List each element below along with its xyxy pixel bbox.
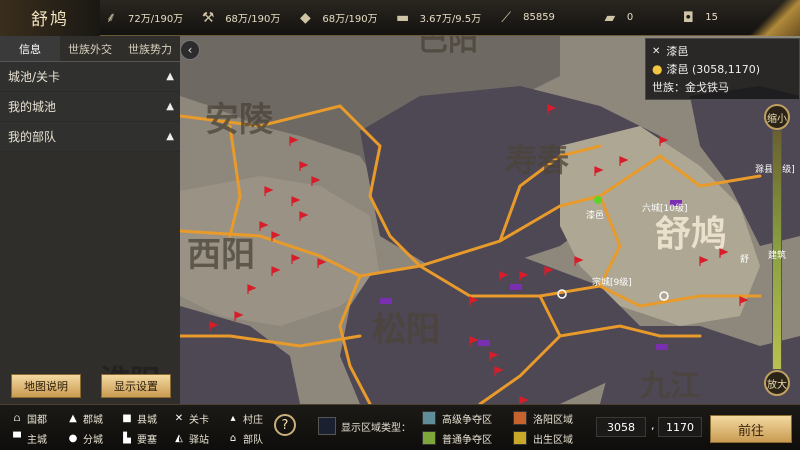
zone-luoyang[interactable]: 洛阳区域 — [513, 410, 573, 426]
region-label: 巴阳 — [418, 36, 478, 58]
legend-village: ▴ 村庄 — [226, 410, 263, 426]
troop-marker — [478, 340, 490, 346]
capital-icon: ⩍ — [13, 412, 21, 424]
row-my-cities[interactable]: 我的城池 ▲ — [0, 92, 180, 122]
crossed-swords-icon: ✕ — [652, 45, 661, 57]
legend-branch-city: ● 分城 — [66, 430, 103, 446]
region-label: 松阳 — [372, 310, 440, 350]
left-info-panel: 信息 世族外交 世族势力 城池/关卡 ▲ 我的城池 ▲ 我的部队 ▲ 地图说明 显示设… — [0, 36, 180, 404]
top-resource-bar: 舒鸠 ⸙ 72万/190万 ⚒ 68万/190万 ◆ 68万/190万 ▬ 3.67万/… — [0, 0, 800, 36]
resource-jade[interactable]: ◘ 15 — [677, 9, 718, 27]
troop-icon: ⌂ — [229, 432, 237, 444]
tab-clan-power[interactable]: 世族势力 — [120, 36, 180, 62]
triangle-up-icon: ▲ — [166, 131, 174, 142]
legend-capital: ⩍ 国都 — [10, 410, 47, 426]
legend-station: ◭ 驿站 — [172, 430, 209, 446]
prefecture-icon: ▲ — [69, 412, 77, 424]
selected-tile-info: ✕ 漆邑 ● 漆邑 (3058,1170) 世族：金戈铁马 — [645, 38, 800, 100]
resource-stone[interactable]: ◆ 68万/190万 — [294, 9, 378, 27]
zone-normal[interactable]: 普通争夺区 — [422, 430, 492, 446]
city-label: 六城[10级] — [642, 202, 687, 214]
resource-copper[interactable]: ⟋ 85859 — [495, 9, 555, 27]
fort-icon: ▙ — [123, 432, 131, 444]
display-settings-button[interactable]: 显示设置 — [101, 374, 171, 398]
village-icon: ▴ — [230, 412, 236, 424]
zone-spawn[interactable]: 出生区域 — [513, 430, 573, 446]
troop-marker — [380, 298, 392, 304]
city-label: 舒 — [740, 253, 749, 265]
zoom-in-button[interactable]: 放大 — [764, 370, 790, 396]
legend-county: ■ 县城 — [120, 410, 157, 426]
resource-wood[interactable]: ⸙ 72万/190万 — [100, 9, 183, 27]
panel-tabs: 信息 世族外交 世族势力 — [0, 36, 180, 62]
legend-prefecture: ▲ 郡城 — [66, 410, 103, 426]
collapse-panel-button[interactable]: ‹ — [180, 40, 200, 60]
region-label: 寿春 — [505, 141, 569, 179]
bottom-legend-bar: ⩍ 国都 ▲ 郡城 ■ 县城 ✕ 关卡 ▴ 村庄 ▀ 主城 ● 分城 ▙ 要塞 ◭ 驿站 ⌂ 部队 … — [0, 404, 800, 450]
zone-swatch — [422, 411, 436, 425]
coord-y-input[interactable]: 1170 — [658, 417, 702, 437]
zone-swatch — [513, 411, 527, 425]
chevron-left-icon: ‹ — [187, 43, 193, 57]
zoom-out-button[interactable]: 缩小 — [764, 104, 790, 130]
triangle-up-icon: ▲ — [166, 71, 174, 82]
zone-swatch — [422, 431, 436, 445]
pass-icon: ✕ — [174, 412, 184, 424]
region-label: 安陵 — [205, 100, 274, 140]
corner-ornament — [750, 0, 800, 36]
go-button[interactable]: 前往 — [710, 415, 792, 443]
legend-fort: ▙ 要塞 — [120, 430, 157, 446]
legend-troop: ⌂ 部队 — [226, 430, 263, 446]
location-pin-icon: ● — [652, 62, 663, 76]
info-location[interactable]: 漆邑 (3058,1170) — [666, 61, 760, 77]
iron-icon: ⚒ — [201, 9, 215, 26]
zone-type-checkbox[interactable] — [318, 417, 336, 435]
tab-clan-diplomacy[interactable]: 世族外交 — [60, 36, 120, 62]
coord-x-input[interactable]: 3058 — [596, 417, 646, 437]
troop-marker — [656, 344, 668, 350]
gold-icon: ▰ — [604, 9, 616, 26]
station-icon: ◭ — [175, 432, 183, 444]
city-name-title: 舒鸠 — [0, 0, 100, 36]
wood-icon: ⸙ — [105, 10, 117, 26]
region-label: 九江 — [640, 369, 700, 404]
jade-icon: ◘ — [682, 9, 694, 26]
region-label: 舒鸠 — [655, 213, 727, 255]
legend-main-city: ▀ 主城 — [10, 430, 47, 446]
zone-type-label: 显示区域类型： — [341, 423, 411, 434]
help-icon[interactable]: ? — [274, 414, 296, 436]
county-icon: ■ — [122, 412, 132, 424]
branch-city-icon: ● — [68, 432, 78, 444]
legend-pass: ✕ 关卡 — [172, 410, 209, 426]
triangle-up-icon: ▲ — [166, 101, 174, 112]
resource-grain[interactable]: ▬ 3.67万/9.5万 — [392, 9, 481, 27]
main-city-icon: ▀ — [13, 432, 21, 444]
city-label: 漆邑 — [586, 209, 604, 221]
zoom-control: 缩小 建筑 放大 — [754, 100, 800, 400]
zone-advanced[interactable]: 高级争夺区 — [422, 410, 492, 426]
info-clan: 世族：金戈铁马 — [652, 81, 729, 94]
info-title: 漆邑 — [666, 45, 689, 58]
zoom-slider-thumb[interactable]: 建筑 — [762, 248, 792, 266]
stone-icon: ◆ — [299, 9, 311, 26]
row-cities-passes[interactable]: 城池/关卡 ▲ — [0, 62, 180, 92]
resource-iron[interactable]: ⚒ 68万/190万 — [197, 9, 280, 27]
city-label: 宗城[9级] — [592, 276, 632, 288]
map-legend-button[interactable]: 地图说明 — [11, 374, 81, 398]
region-label: 西阳 — [187, 235, 255, 275]
troop-marker — [510, 284, 522, 290]
zone-swatch — [513, 431, 527, 445]
tab-info[interactable]: 信息 — [0, 36, 60, 62]
copper-icon: ⟋ — [501, 9, 512, 26]
grain-icon: ▬ — [395, 9, 410, 26]
resource-gold[interactable]: ▰ 0 — [599, 9, 634, 27]
row-my-troops[interactable]: 我的部队 ▲ — [0, 122, 180, 152]
